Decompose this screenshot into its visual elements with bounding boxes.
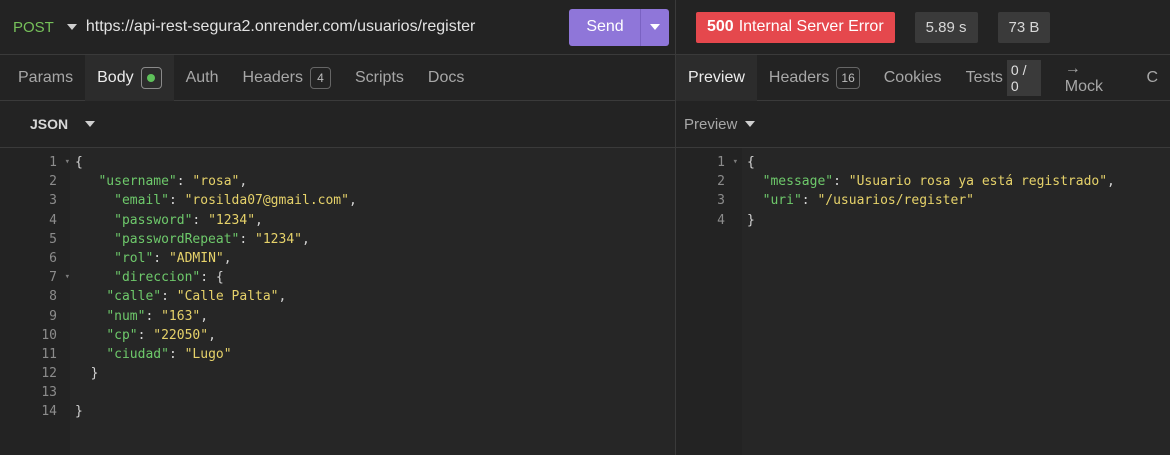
status-code: 500 bbox=[707, 18, 734, 35]
chevron-down-icon[interactable] bbox=[745, 121, 756, 127]
tests-result-badge: 0 / 0 bbox=[1006, 59, 1041, 96]
tab-response-headers-label: Headers bbox=[768, 68, 830, 86]
tab-body-label: Body bbox=[97, 68, 134, 86]
method-label[interactable]: POST bbox=[13, 19, 54, 36]
tab-tests[interactable]: Tests 0 / 0 bbox=[954, 55, 1053, 101]
tab-body[interactable]: Body bbox=[85, 54, 174, 101]
tab-mock-label: → Mock bbox=[1064, 59, 1104, 95]
response-size-badge: 73 B bbox=[997, 11, 1051, 43]
line-number: 1 ▾ bbox=[0, 153, 70, 172]
line-number: 13 bbox=[41, 385, 57, 401]
preview-toolbar: Preview bbox=[676, 101, 1170, 148]
line-number: 4 bbox=[49, 212, 57, 228]
method-dropdown-icon[interactable] bbox=[66, 24, 77, 30]
tab-headers[interactable]: Headers 4 bbox=[231, 55, 343, 101]
headers-count-badge: 4 bbox=[310, 66, 331, 89]
code-line: "cp": "22050", bbox=[106, 327, 216, 343]
line-number: 14 bbox=[41, 404, 57, 420]
tab-cookies-label: Cookies bbox=[883, 68, 942, 86]
code-line: "uri": "/usuarios/register" bbox=[762, 193, 974, 209]
code-line: "email": "rosilda07@gmail.com", bbox=[114, 193, 357, 209]
tab-docs[interactable]: Docs bbox=[416, 55, 476, 101]
request-tabs: Params Body Auth Headers 4 Scripts Docs bbox=[0, 54, 675, 101]
send-options-chevron-icon[interactable] bbox=[650, 24, 660, 30]
line-number: 3 bbox=[717, 193, 725, 209]
tab-headers-label: Headers bbox=[242, 68, 303, 86]
tab-scripts-label: Scripts bbox=[355, 68, 404, 86]
green-dot-icon bbox=[147, 73, 156, 82]
line-number: 4 bbox=[717, 212, 725, 228]
code-line: "ciudad": "Lugo" bbox=[106, 346, 232, 362]
tab-auth[interactable]: Auth bbox=[174, 55, 231, 101]
tab-mock[interactable]: → Mock bbox=[1053, 55, 1135, 101]
response-headers-count-badge: 16 bbox=[836, 66, 860, 89]
line-number: 8 bbox=[49, 289, 57, 305]
fold-caret-icon[interactable]: ▾ bbox=[733, 153, 738, 172]
tab-truncated-label: C bbox=[1146, 68, 1158, 86]
code-line: } bbox=[75, 404, 83, 420]
url-bar: POST https://api-rest-segura2.onrender.c… bbox=[0, 0, 675, 55]
line-number-gutter: 1 ▾ 2 3 4 5 6 7 ▾ 8 9 10 11 12 13 14 bbox=[0, 148, 70, 455]
code-line: "username": "rosa", bbox=[98, 174, 248, 190]
tab-params[interactable]: Params bbox=[0, 55, 85, 101]
send-label[interactable]: Send bbox=[569, 18, 641, 36]
preview-mode-select[interactable]: Preview bbox=[684, 116, 737, 133]
tab-tests-label: Tests bbox=[965, 68, 1003, 86]
line-number: 9 bbox=[49, 308, 57, 324]
line-number: 1 ▾ bbox=[676, 153, 738, 172]
line-number: 7 ▾ bbox=[0, 268, 70, 287]
code-line: } bbox=[747, 212, 755, 228]
status-badge: 500 Internal Server Error bbox=[696, 11, 895, 43]
tab-scripts[interactable]: Scripts bbox=[343, 55, 416, 101]
status-text: Internal Server Error bbox=[738, 18, 884, 35]
code-line: { bbox=[747, 155, 755, 170]
response-tabs: Preview Headers 16 Cookies Tests 0 / 0 →… bbox=[676, 54, 1170, 101]
code-line: } bbox=[75, 366, 99, 382]
code-line: "rol": "ADMIN", bbox=[114, 250, 232, 266]
code-line: { bbox=[75, 155, 83, 170]
code-line: "password": "1234", bbox=[114, 212, 263, 228]
response-time-badge: 5.89 s bbox=[914, 11, 978, 43]
request-pane: POST https://api-rest-segura2.onrender.c… bbox=[0, 0, 676, 455]
code-line: "message": "Usuario rosa ya está registr… bbox=[762, 174, 1115, 190]
tab-truncated[interactable]: C bbox=[1134, 55, 1170, 101]
code-line: "passwordRepeat": "1234", bbox=[114, 231, 310, 247]
send-button[interactable]: Send bbox=[569, 8, 669, 46]
line-number-gutter: 1 ▾ 2 3 4 bbox=[676, 148, 738, 455]
request-body-editor[interactable]: 1 ▾ 2 3 4 5 6 7 ▾ 8 9 10 11 12 13 14 { "username": "ros… bbox=[0, 148, 675, 455]
code-line: "direccion": { bbox=[114, 270, 224, 286]
line-number: 2 bbox=[717, 174, 725, 190]
response-body-viewer: 1 ▾ 2 3 4 { "message": "Usuario rosa ya está… bbox=[676, 148, 1170, 455]
code-line: "num": "163", bbox=[106, 308, 209, 324]
tab-cookies[interactable]: Cookies bbox=[872, 55, 954, 101]
chevron-down-icon[interactable] bbox=[85, 121, 96, 127]
send-divider bbox=[640, 8, 641, 46]
url-input[interactable]: https://api-rest-segura2.onrender.com/us… bbox=[86, 18, 569, 36]
body-toolbar: JSON bbox=[0, 101, 675, 148]
app-window: POST https://api-rest-segura2.onrender.c… bbox=[0, 0, 1170, 455]
line-number: 6 bbox=[49, 250, 57, 266]
line-number: 11 bbox=[41, 346, 57, 362]
line-number: 12 bbox=[41, 366, 57, 382]
tab-params-label: Params bbox=[18, 68, 74, 86]
tab-preview-label: Preview bbox=[688, 68, 745, 86]
tab-auth-label: Auth bbox=[185, 68, 219, 86]
line-number: 2 bbox=[49, 174, 57, 190]
response-pane: 500 Internal Server Error 5.89 s 73 B Pr… bbox=[676, 0, 1170, 455]
tab-response-headers[interactable]: Headers 16 bbox=[757, 55, 872, 101]
tab-docs-label: Docs bbox=[427, 68, 465, 86]
body-format-select[interactable]: JSON bbox=[30, 116, 68, 132]
line-number: 3 bbox=[49, 193, 57, 209]
body-status-indicator bbox=[140, 66, 162, 89]
line-number: 10 bbox=[41, 327, 57, 343]
response-status-bar: 500 Internal Server Error 5.89 s 73 B bbox=[676, 0, 1170, 55]
line-number: 5 bbox=[49, 231, 57, 247]
code-area: { "message": "Usuario rosa ya está regis… bbox=[742, 148, 1170, 455]
code-line: "calle": "Calle Palta", bbox=[106, 289, 287, 305]
tab-preview[interactable]: Preview bbox=[676, 54, 757, 101]
code-area[interactable]: { "username": "rosa", "email": "rosilda0… bbox=[70, 148, 675, 455]
